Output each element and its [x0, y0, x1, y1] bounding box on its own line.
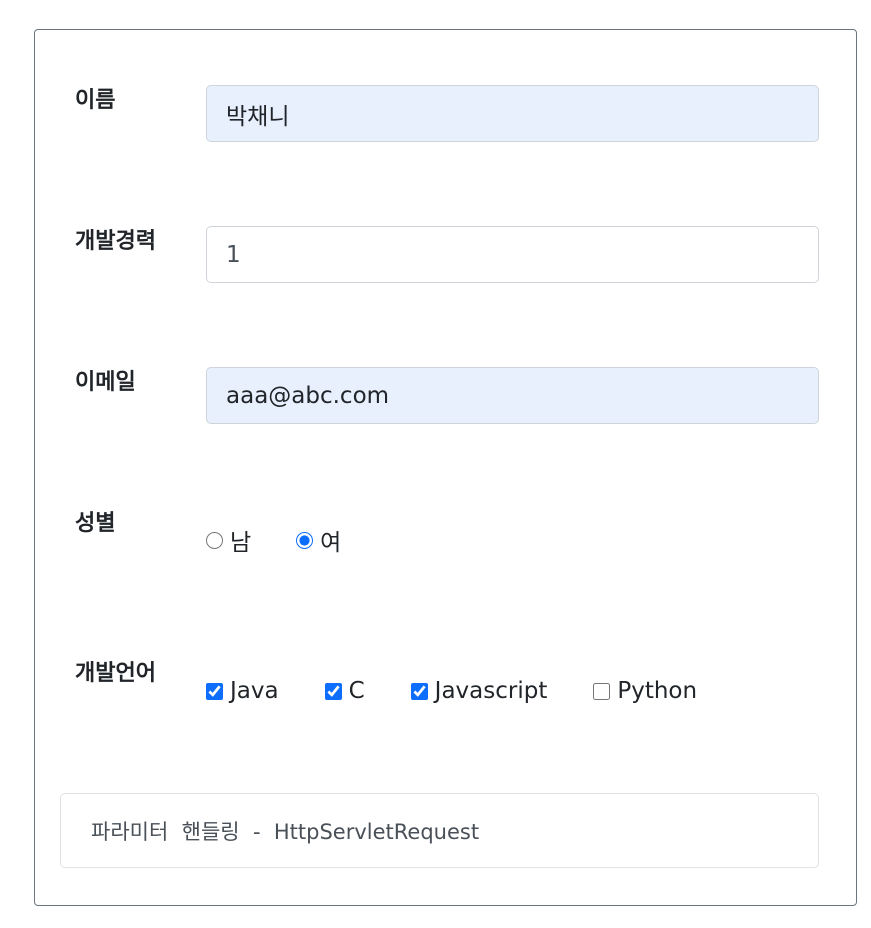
language-option-label: Python	[617, 678, 698, 704]
gender-label: 성별	[75, 511, 116, 536]
gender-radio-male[interactable]	[206, 531, 223, 549]
gender-radio-female[interactable]	[296, 531, 314, 549]
form-card: 이름 개발경력 이메일 성별 남 여 개발언어 Java C Javascrip…	[34, 29, 857, 906]
language-checkbox-c[interactable]	[324, 682, 342, 700]
gender-radio-group: 남 여	[206, 523, 341, 557]
footer-title-box: 파라미터 핸들링 - HttpServletRequest	[60, 793, 819, 868]
gender-option-label: 남	[230, 530, 252, 556]
language-option-label: C	[348, 678, 365, 704]
languages-checkbox-group: Java C Javascript Python	[206, 676, 697, 706]
language-option-label: Java	[230, 678, 279, 704]
gender-option-female[interactable]: 여	[296, 523, 341, 557]
language-option-label: Javascript	[434, 678, 548, 704]
language-option-javascript[interactable]: Javascript	[410, 678, 548, 704]
name-label: 이름	[75, 88, 116, 113]
language-checkbox-python[interactable]	[593, 682, 611, 700]
languages-label: 개발언어	[75, 661, 156, 686]
language-option-c[interactable]: C	[324, 678, 365, 704]
name-input[interactable]	[206, 85, 819, 142]
gender-option-male[interactable]: 남	[206, 523, 251, 557]
gender-option-label: 여	[320, 530, 342, 556]
career-label: 개발경력	[75, 229, 156, 254]
language-option-python[interactable]: Python	[593, 678, 697, 704]
career-input[interactable]	[206, 226, 819, 283]
language-option-java[interactable]: Java	[206, 678, 279, 704]
email-input[interactable]	[206, 367, 819, 424]
language-checkbox-javascript[interactable]	[410, 682, 428, 700]
language-checkbox-java[interactable]	[206, 682, 223, 700]
email-label: 이메일	[75, 370, 136, 395]
footer-title: 파라미터 핸들링 - HttpServletRequest	[91, 819, 480, 844]
